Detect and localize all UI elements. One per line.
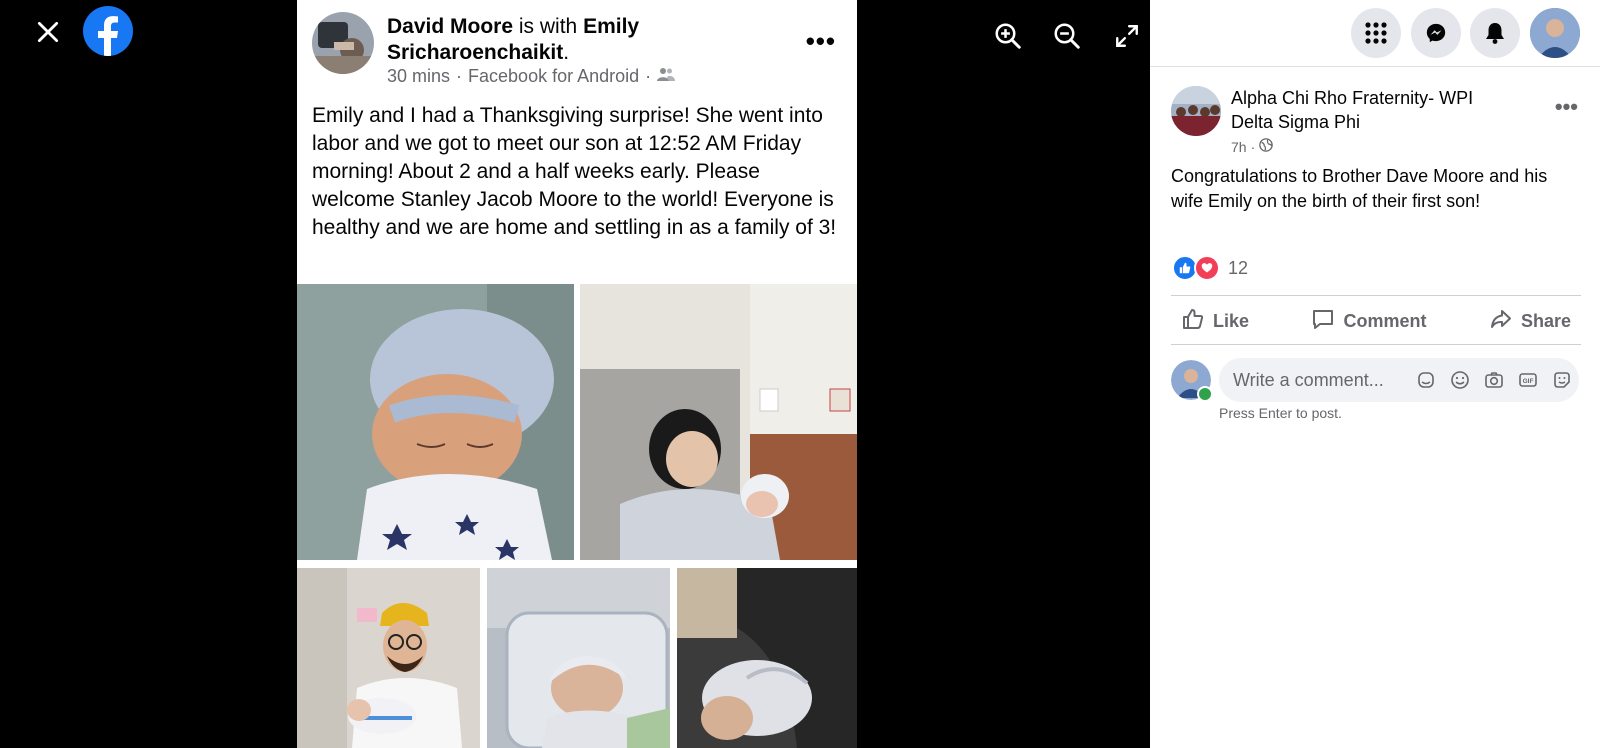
meta-separator: · bbox=[645, 66, 652, 86]
post-more-icon[interactable]: ••• bbox=[1555, 94, 1578, 120]
comment-button[interactable]: Comment bbox=[1301, 301, 1436, 342]
svg-text:GIF: GIF bbox=[1523, 378, 1534, 385]
messenger-icon[interactable] bbox=[1411, 8, 1461, 58]
meta-separator: · bbox=[456, 66, 463, 86]
share-label: Share bbox=[1520, 310, 1571, 331]
post-actions: Like Comment Share bbox=[1171, 300, 1581, 342]
photo-post-with: is with bbox=[518, 15, 578, 38]
photo-viewer: David Moore is with Emily Sricharoenchai… bbox=[0, 0, 1150, 748]
thumbs-up-icon bbox=[1181, 307, 1205, 336]
profile-avatar[interactable] bbox=[1530, 8, 1580, 58]
baby-bassinet-photo bbox=[487, 568, 670, 748]
globe-icon bbox=[1259, 138, 1274, 155]
facebook-logo-icon[interactable] bbox=[83, 6, 133, 56]
post-text: Congratulations to Brother Dave Moore an… bbox=[1171, 166, 1548, 211]
camera-icon[interactable] bbox=[1483, 369, 1505, 391]
comment-tools: GIF bbox=[1415, 369, 1573, 391]
father-baby-photo bbox=[297, 568, 480, 748]
zoom-out-icon[interactable] bbox=[1047, 16, 1087, 56]
press-enter-hint: Press Enter to post. bbox=[1219, 405, 1342, 421]
photo-post-header: David Moore is with Emily Sricharoenchai… bbox=[312, 12, 842, 92]
post-sidebar: Alpha Chi Rho Fraternity- WPI Delta Sigm… bbox=[1150, 0, 1600, 748]
photo-grid bbox=[297, 284, 857, 748]
comment-label: Comment bbox=[1343, 310, 1427, 331]
emoji-icon[interactable] bbox=[1449, 369, 1471, 391]
reactions-summary[interactable]: 12 bbox=[1172, 255, 1248, 281]
avatar-sticker-icon[interactable] bbox=[1415, 369, 1437, 391]
photo-post-text: Emily and I had a Thanksgiving surprise!… bbox=[312, 104, 837, 239]
page-name-line1[interactable]: Alpha Chi Rho Fraternity- WPI bbox=[1231, 86, 1501, 110]
like-button[interactable]: Like bbox=[1171, 301, 1259, 342]
friends-icon bbox=[657, 66, 676, 87]
notifications-icon[interactable] bbox=[1470, 8, 1520, 58]
post-time[interactable]: 7h bbox=[1231, 139, 1247, 155]
divider bbox=[1171, 295, 1581, 296]
close-icon[interactable] bbox=[30, 14, 66, 50]
comment-box: GIF bbox=[1219, 358, 1579, 402]
post-photo[interactable]: David Moore is with Emily Sricharoenchai… bbox=[297, 0, 857, 748]
fullscreen-icon[interactable] bbox=[1107, 16, 1147, 56]
online-status-dot bbox=[1197, 386, 1213, 402]
page-name[interactable]: Alpha Chi Rho Fraternity- WPI Delta Sigm… bbox=[1231, 86, 1501, 134]
photo-post-more-icon: ••• bbox=[805, 26, 836, 56]
topbar-divider bbox=[1150, 66, 1600, 67]
photo-post-time: 30 mins bbox=[387, 66, 451, 86]
share-icon bbox=[1489, 307, 1513, 336]
page-avatar[interactable] bbox=[1171, 86, 1221, 136]
zoom-in-icon[interactable] bbox=[988, 16, 1028, 56]
photo-post-source: Facebook for Android bbox=[468, 66, 640, 86]
photo-post-author-line: David Moore is with Emily Sricharoenchai… bbox=[387, 14, 777, 66]
gif-icon[interactable]: GIF bbox=[1517, 369, 1539, 391]
baby-photo-1 bbox=[297, 284, 574, 560]
sticker-icon[interactable] bbox=[1551, 369, 1573, 391]
baby-lap-photo bbox=[677, 568, 857, 748]
current-user-avatar[interactable] bbox=[1171, 360, 1213, 402]
post-time-row: 7h · bbox=[1231, 138, 1274, 155]
reaction-count[interactable]: 12 bbox=[1228, 258, 1248, 279]
photo-post-author: David Moore bbox=[387, 15, 514, 38]
like-label: Like bbox=[1213, 310, 1250, 331]
photo-post-period: . bbox=[563, 41, 570, 64]
comment-input[interactable] bbox=[1219, 368, 1405, 392]
photo-post-meta: 30 mins · Facebook for Android · bbox=[387, 66, 676, 87]
time-separator: · bbox=[1250, 138, 1256, 155]
menu-grid-icon[interactable] bbox=[1351, 8, 1401, 58]
mother-baby-photo bbox=[580, 284, 857, 560]
love-icon bbox=[1194, 255, 1220, 281]
page-name-line2[interactable]: Delta Sigma Phi bbox=[1231, 110, 1501, 134]
comment-icon bbox=[1311, 307, 1335, 336]
author-avatar bbox=[312, 12, 374, 74]
divider bbox=[1171, 344, 1581, 345]
share-button[interactable]: Share bbox=[1479, 301, 1581, 342]
